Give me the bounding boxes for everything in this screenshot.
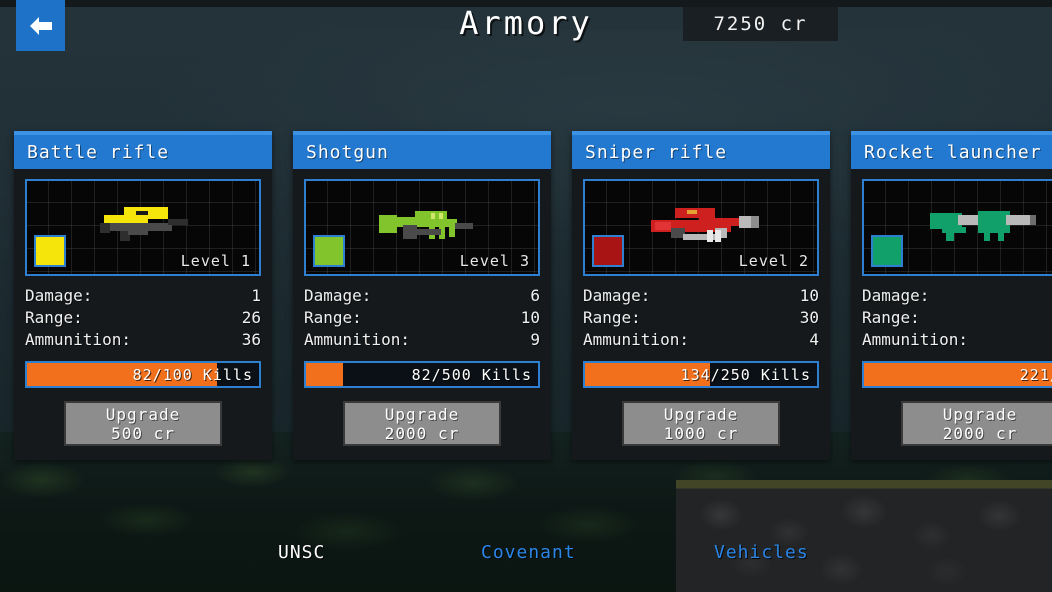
weapon-card: Shotgun Level 3 Damage: 6 Range: 10 Ammu…	[293, 131, 551, 460]
kills-progress-bar: 82/100 Kills	[25, 361, 261, 388]
stat-row: Range: 30	[583, 307, 819, 329]
weapon-card-header: Sniper rifle	[572, 131, 830, 169]
stat-label: Damage:	[862, 286, 930, 305]
weapon-name: Battle rifle	[27, 141, 170, 163]
stat-label: Ammunition:	[304, 330, 410, 349]
stat-label: Range:	[862, 308, 920, 327]
stat-row: Ammunition:	[862, 329, 1052, 351]
stat-value: 9	[530, 330, 540, 349]
stat-value: 4	[809, 330, 819, 349]
weapon-card-header: Battle rifle	[14, 131, 272, 169]
weapon-stats: Damage: 10 Range: 30 Ammunition: 4	[583, 285, 819, 351]
stat-label: Damage:	[583, 286, 651, 305]
weapon-stats: Damage: 6 Range: 10 Ammunition: 9	[304, 285, 540, 351]
weapon-card: Sniper rifle Level 2 Damage: 10 Range: 3…	[572, 131, 830, 460]
card-bottom-padding	[14, 446, 272, 460]
weapon-card: Rocket launcher Le Damage: Range: Ammuni…	[851, 131, 1052, 460]
credits-badge: 7250 cr	[683, 7, 838, 41]
stat-row: Range: 10	[304, 307, 540, 329]
stat-row: Ammunition: 9	[304, 329, 540, 351]
kills-progress-bar: 82/500 Kills	[304, 361, 540, 388]
stat-label: Range:	[25, 308, 83, 327]
stat-value: 26	[241, 308, 261, 327]
upgrade-button[interactable]: Upgrade 2000 cr	[343, 401, 501, 446]
stat-row: Damage: 1	[25, 285, 261, 307]
weapon-color-swatch[interactable]	[34, 235, 66, 267]
upgrade-button-cost: 2000 cr	[384, 423, 460, 443]
stat-value: 10	[520, 308, 540, 327]
weapon-preview: Le	[862, 179, 1052, 276]
stat-label: Range:	[304, 308, 362, 327]
weapon-color-swatch[interactable]	[592, 235, 624, 267]
weapon-color-swatch[interactable]	[313, 235, 345, 267]
stat-label: Ammunition:	[862, 330, 968, 349]
stat-row: Damage: 10	[583, 285, 819, 307]
kills-progress-label: 221/250	[1019, 365, 1052, 384]
weapon-preview: Level 1	[25, 179, 261, 276]
upgrade-button-label: Upgrade	[105, 404, 181, 424]
card-bottom-padding	[293, 446, 551, 460]
stat-row: Ammunition: 4	[583, 329, 819, 351]
stat-label: Range:	[583, 308, 641, 327]
upgrade-button[interactable]: Upgrade 2000 cr	[901, 401, 1052, 446]
kills-progress-label: 82/500 Kills	[411, 365, 532, 384]
weapon-preview: Level 3	[304, 179, 540, 276]
upgrade-button[interactable]: Upgrade 1000 cr	[622, 401, 780, 446]
weapon-card-header: Rocket launcher	[851, 131, 1052, 169]
upgrade-button-cost: 2000 cr	[942, 423, 1018, 443]
card-bottom-padding	[851, 446, 1052, 460]
weapon-stats: Damage: Range: Ammunition:	[862, 285, 1052, 351]
upgrade-button-cost: 1000 cr	[663, 423, 739, 443]
page-title: Armory	[459, 4, 593, 42]
nav-tab-unsc[interactable]: UNSC	[278, 542, 325, 563]
credits-value: 7250 cr	[713, 13, 808, 35]
weapon-level: Level 3	[459, 252, 530, 270]
stat-row: Damage: 6	[304, 285, 540, 307]
kills-progress-bar: 134/250 Kills	[583, 361, 819, 388]
weapon-name: Sniper rifle	[585, 141, 728, 163]
upgrade-button-cost: 500 cr	[111, 423, 175, 443]
upgrade-button-label: Upgrade	[942, 404, 1018, 424]
header-bar: Armory 7250 cr	[0, 0, 1052, 56]
stat-row: Range: 26	[25, 307, 261, 329]
stat-value: 1	[251, 286, 261, 305]
stat-label: Damage:	[25, 286, 93, 305]
weapon-card-list: Battle rifle Level 1 Damage: 1 Range: 26…	[14, 131, 1052, 460]
weapon-level: Level 1	[180, 252, 251, 270]
kills-progress-label: 134/250 Kills	[680, 365, 811, 384]
weapon-sprite	[367, 199, 477, 253]
nav-tab-vehicles[interactable]: Vehicles	[714, 542, 809, 563]
stat-label: Ammunition:	[25, 330, 131, 349]
stat-value: 30	[799, 308, 819, 327]
weapon-card: Battle rifle Level 1 Damage: 1 Range: 26…	[14, 131, 272, 460]
weapon-sprite	[918, 199, 1043, 253]
kills-progress-bar: 221/250	[862, 361, 1052, 388]
weapon-stats: Damage: 1 Range: 26 Ammunition: 36	[25, 285, 261, 351]
stat-row: Damage:	[862, 285, 1052, 307]
weapon-name: Shotgun	[306, 141, 389, 163]
bottom-navigation: UNSC Covenant Vehicles	[0, 542, 1052, 570]
card-bottom-padding	[572, 446, 830, 460]
stat-label: Ammunition:	[583, 330, 689, 349]
weapon-color-swatch[interactable]	[871, 235, 903, 267]
kills-progress-label: 82/100 Kills	[132, 365, 253, 384]
weapon-name: Rocket launcher	[864, 141, 1042, 163]
stat-label: Damage:	[304, 286, 372, 305]
stat-value: 6	[530, 286, 540, 305]
stat-value: 10	[799, 286, 819, 305]
stat-row: Range:	[862, 307, 1052, 329]
weapon-card-header: Shotgun	[293, 131, 551, 169]
weapon-preview: Level 2	[583, 179, 819, 276]
upgrade-button[interactable]: Upgrade 500 cr	[64, 401, 222, 446]
weapon-level: Level 2	[738, 252, 809, 270]
weapon-sprite	[639, 198, 764, 254]
upgrade-button-label: Upgrade	[663, 404, 739, 424]
upgrade-button-label: Upgrade	[384, 404, 460, 424]
nav-tab-covenant[interactable]: Covenant	[481, 542, 576, 563]
stat-row: Ammunition: 36	[25, 329, 261, 351]
weapon-sprite	[88, 199, 198, 253]
stat-value: 36	[241, 330, 261, 349]
